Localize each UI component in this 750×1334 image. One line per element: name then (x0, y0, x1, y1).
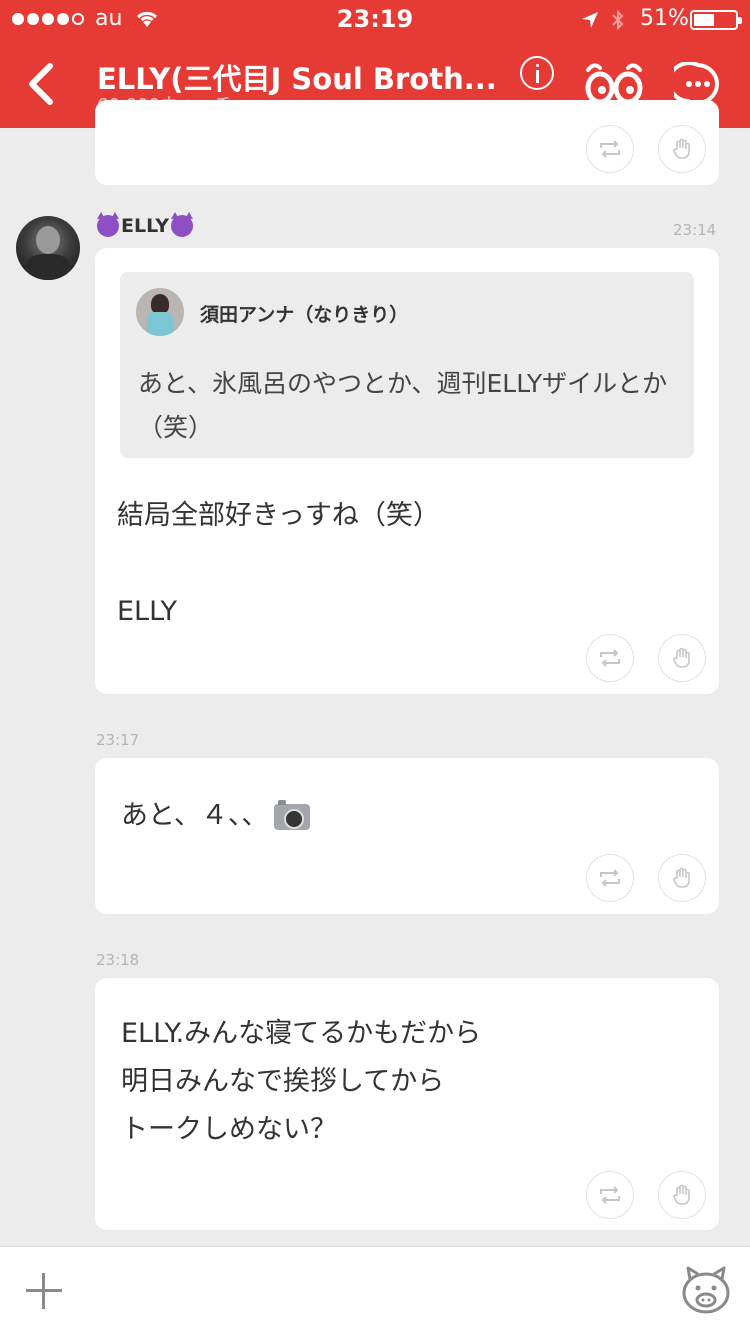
clap-icon (673, 647, 690, 668)
post-card: 須田アンナ（なりきり） あと、氷風呂のやつとか、週刊ELLYザイルとか（笑） 結… (95, 248, 719, 694)
author-avatar[interactable] (16, 216, 80, 280)
message-card: あと、４、、 (95, 758, 719, 914)
quoted-name: 須田アンナ（なりきり） (200, 304, 409, 326)
pig-stamp-icon[interactable] (680, 1265, 732, 1315)
message-time: 23:17 (96, 731, 140, 749)
retweet-icon (600, 869, 620, 887)
info-icon[interactable] (520, 56, 554, 90)
camera-icon (274, 799, 311, 830)
back-arrow-icon[interactable] (24, 62, 60, 106)
devil-emoji-icon (97, 212, 119, 237)
status-bar: au 23:19 51% (0, 0, 750, 40)
battery-icon (690, 10, 742, 30)
retweet-icon (600, 649, 620, 667)
quoted-text: あと、氷風呂のやつとか、週刊ELLYザイルとか（笑） (138, 369, 668, 442)
clap-icon (673, 138, 690, 159)
post-time: 23:14 (673, 221, 717, 239)
message-text: ELLY.みんな寝てるかもだから 明日みんなで挨拶してから トークしめない？ (121, 1018, 482, 1145)
retweet-button[interactable] (586, 634, 634, 682)
clap-button[interactable] (658, 854, 706, 902)
bluetooth-icon (612, 9, 624, 31)
plus-icon[interactable] (24, 1271, 64, 1311)
clap-icon (673, 1184, 690, 1205)
author-name[interactable]: ELLY (97, 212, 193, 237)
quoted-message[interactable]: 須田アンナ（なりきり） あと、氷風呂のやつとか、週刊ELLYザイルとか（笑） (120, 272, 694, 458)
clap-button[interactable] (658, 1171, 706, 1219)
previous-post-card (95, 100, 719, 185)
bottom-bar (0, 1246, 750, 1334)
post-text: 結局全部好きっすね（笑） ELLY (117, 500, 440, 627)
devil-emoji-icon (171, 212, 193, 237)
clap-icon (673, 867, 690, 888)
retweet-button[interactable] (586, 854, 634, 902)
message-text: あと、４、、 (121, 792, 681, 840)
status-time: 23:19 (336, 5, 414, 33)
clap-button[interactable] (658, 634, 706, 682)
clap-button[interactable] (658, 125, 706, 173)
retweet-icon (600, 1186, 620, 1204)
message-card: ELLY.みんな寝てるかもだから 明日みんなで挨拶してから トークしめない？ (95, 978, 719, 1230)
battery-percent: 51% (640, 6, 689, 31)
quoted-avatar (136, 288, 184, 336)
retweet-button[interactable] (586, 1171, 634, 1219)
location-arrow-icon (582, 12, 598, 28)
message-time: 23:18 (96, 951, 140, 969)
retweet-icon (600, 140, 620, 158)
retweet-button[interactable] (586, 125, 634, 173)
